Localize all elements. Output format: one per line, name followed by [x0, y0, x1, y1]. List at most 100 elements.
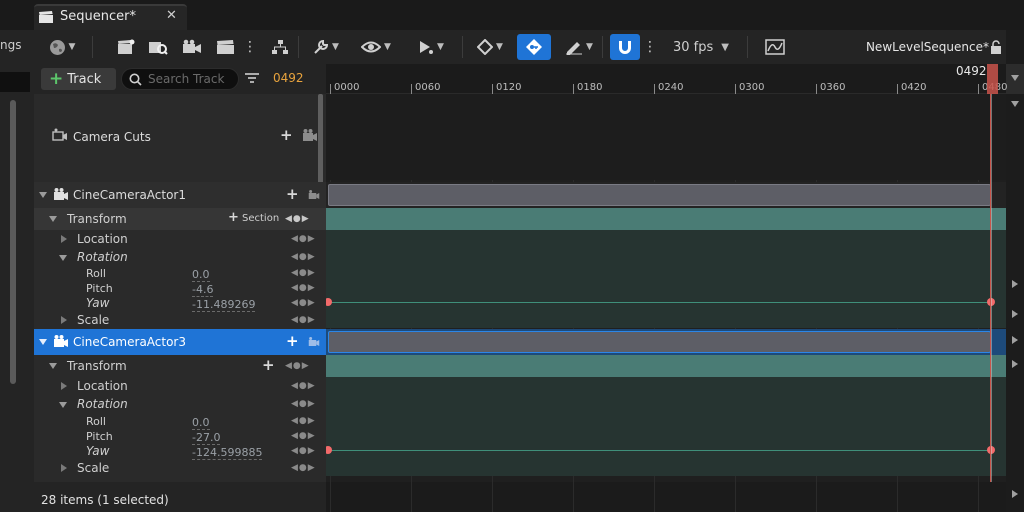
track-row-transform[interactable]: Transform + Section ◀●▶: [34, 208, 326, 230]
key-navigation-icon[interactable]: ◀●▶: [291, 399, 316, 409]
expand-icon[interactable]: [61, 235, 67, 243]
camera-icon[interactable]: [308, 188, 320, 201]
chevron-right-icon[interactable]: [1012, 280, 1018, 288]
view-options-button[interactable]: ▼: [356, 30, 396, 64]
track-row-rotation[interactable]: Rotation ◀●▶: [34, 395, 326, 413]
actions-button[interactable]: [268, 30, 292, 64]
tools-button[interactable]: ▼: [306, 30, 346, 64]
pitch-value[interactable]: -4.6: [192, 283, 214, 297]
track-row-location[interactable]: Location ◀●▶: [34, 377, 326, 395]
chevron-down-icon[interactable]: [1011, 101, 1019, 107]
filter-icon[interactable]: [244, 70, 260, 86]
track-row-scale[interactable]: Scale ◀●▶: [34, 311, 326, 328]
track-row-cinecameraactor3[interactable]: CineCameraActor3 +: [34, 329, 326, 355]
key-navigation-icon[interactable]: ◀●▶: [291, 446, 316, 456]
track-row-cinecameraactor1[interactable]: CineCameraActor1 +: [34, 182, 326, 208]
close-icon[interactable]: ✕: [166, 8, 177, 23]
render-clapper-button[interactable]: [214, 30, 238, 64]
tab-sequencer[interactable]: Sequencer* ✕: [34, 4, 187, 30]
save-button[interactable]: [114, 30, 138, 64]
lock-button[interactable]: [988, 30, 1004, 64]
section-label[interactable]: Section: [242, 213, 279, 224]
roll-value[interactable]: 0.0: [192, 416, 210, 430]
track-row-pitch[interactable]: Pitch -4.6 ◀●▶: [34, 281, 326, 297]
track-row-yaw[interactable]: Yaw -124.599885 ◀●▶: [34, 444, 326, 460]
track-row-yaw[interactable]: Yaw -11.489269 ◀●▶: [34, 296, 326, 312]
frame-rate-dropdown[interactable]: 30 fps ▼: [671, 30, 731, 64]
actor1-section-bar[interactable]: [328, 184, 991, 206]
find-in-content-button[interactable]: [146, 30, 170, 64]
track-row-roll[interactable]: Roll 0.0 ◀●▶: [34, 414, 326, 430]
key-navigation-icon[interactable]: ◀●▶: [291, 283, 316, 293]
snap-toggle-button[interactable]: [610, 34, 640, 60]
key-navigation-icon[interactable]: ◀●▶: [291, 298, 316, 308]
add-track-button[interactable]: +: [286, 185, 299, 203]
collapse-icon[interactable]: [49, 363, 57, 369]
playback-options-button[interactable]: ▼: [408, 30, 452, 64]
expand-icon[interactable]: [61, 316, 67, 324]
key-navigation-icon[interactable]: ◀●▶: [291, 431, 316, 441]
track-row-pitch[interactable]: Pitch -27.0 ◀●▶: [34, 429, 326, 445]
camera-icon[interactable]: [308, 335, 320, 348]
sequence-name[interactable]: NewLevelSequence*: [859, 30, 989, 64]
chevron-right-icon[interactable]: [1012, 360, 1018, 368]
add-section-button[interactable]: +: [280, 126, 293, 144]
more-options-button[interactable]: ⋮: [242, 30, 258, 64]
track-row-transform[interactable]: Transform + ◀●▶: [34, 355, 326, 377]
key-navigation-icon[interactable]: ◀●▶: [291, 268, 316, 278]
chevron-down-icon[interactable]: [1011, 75, 1019, 81]
chevron-right-icon[interactable]: [1012, 336, 1018, 344]
key-navigation-icon[interactable]: ◀●▶: [291, 381, 316, 391]
key-navigation-icon[interactable]: ◀●▶: [285, 361, 310, 371]
current-frame-field[interactable]: 0492: [273, 71, 304, 85]
time-ruler[interactable]: 0492 00000060012001800240030003600420048…: [326, 64, 1007, 94]
track-row-roll[interactable]: Roll 0.0 ◀●▶: [34, 266, 326, 282]
key-navigation-icon[interactable]: ◀●▶: [291, 463, 316, 473]
curve-editor-button[interactable]: [760, 30, 790, 64]
track-row-camera-cuts[interactable]: Camera Cuts +: [34, 94, 326, 180]
collapse-icon[interactable]: [49, 216, 57, 222]
add-section-button[interactable]: +: [262, 356, 275, 374]
world-button[interactable]: ▼: [42, 30, 82, 64]
render-movie-button[interactable]: [180, 30, 204, 64]
key-navigation-icon[interactable]: ◀●▶: [291, 315, 316, 325]
key-navigation-icon[interactable]: ◀●▶: [291, 234, 316, 244]
collapse-icon[interactable]: [59, 255, 67, 261]
add-track-button[interactable]: + Track: [41, 68, 116, 90]
expand-icon[interactable]: [61, 464, 67, 472]
track-row-location[interactable]: Location ◀●▶: [34, 230, 326, 248]
search-track-input[interactable]: [148, 71, 236, 87]
left-panel-scrollbar[interactable]: [10, 100, 16, 384]
playhead-handle[interactable]: [987, 64, 998, 94]
actor1-transform-section[interactable]: [326, 208, 1006, 230]
roll-value[interactable]: 0.0: [192, 268, 210, 282]
chevron-right-icon[interactable]: [1012, 490, 1018, 498]
track-row-rotation[interactable]: Rotation ◀●▶: [34, 248, 326, 266]
collapse-icon[interactable]: [39, 339, 47, 345]
add-track-button[interactable]: +: [286, 332, 299, 350]
search-track-field[interactable]: [121, 68, 239, 90]
key-navigation-icon[interactable]: ◀●▶: [285, 214, 310, 224]
left-panel-tab-label[interactable]: ngs: [0, 38, 21, 52]
key-navigation-icon[interactable]: ◀●▶: [291, 416, 316, 426]
outliner-scrollbar[interactable]: [318, 94, 323, 184]
keyframe-options-button[interactable]: ▼: [470, 30, 510, 64]
yaw-value[interactable]: -11.489269: [192, 298, 256, 312]
yaw-value[interactable]: -124.599885: [192, 446, 263, 460]
playback-end-marker[interactable]: [991, 94, 992, 512]
auto-key-button[interactable]: [517, 34, 551, 60]
camera-cuts-lane[interactable]: [326, 94, 1006, 180]
snap-options-button[interactable]: ⋮: [642, 30, 658, 64]
collapse-icon[interactable]: [59, 402, 67, 408]
expand-icon[interactable]: [61, 382, 67, 390]
edit-mode-button[interactable]: ▼: [558, 30, 600, 64]
pitch-value[interactable]: -27.0: [192, 431, 221, 445]
camera-icon[interactable]: [302, 128, 318, 142]
add-section-button[interactable]: +: [228, 210, 239, 225]
timeline-area[interactable]: [326, 94, 1006, 482]
actor3-section-bar[interactable]: [328, 331, 991, 353]
chevron-right-icon[interactable]: [1012, 310, 1018, 318]
collapse-icon[interactable]: [39, 192, 47, 198]
actor3-transform-section[interactable]: [326, 355, 1006, 377]
track-row-scale[interactable]: Scale ◀●▶: [34, 459, 326, 476]
